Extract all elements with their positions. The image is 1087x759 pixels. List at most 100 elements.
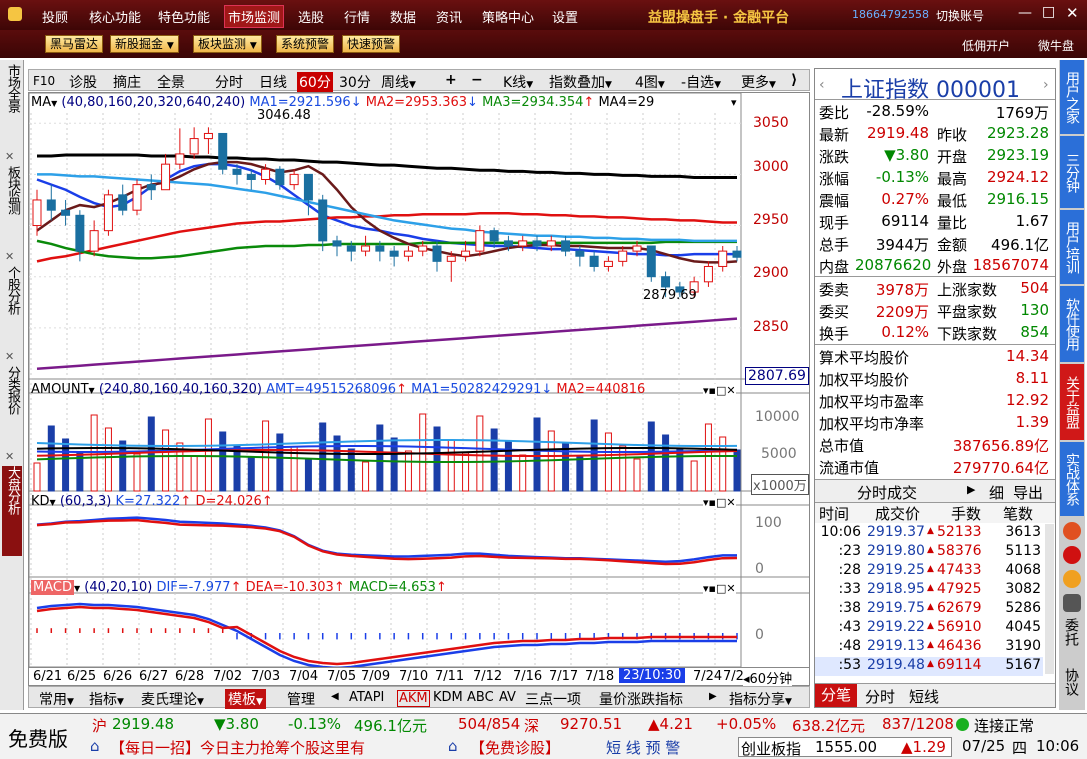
- trade-row[interactable]: :48 2919.13 ▲ 46436 3190: [815, 638, 1043, 657]
- menu-item-settings[interactable]: 设置: [552, 7, 578, 26]
- panel-controls-icon[interactable]: ▾▪□✕: [703, 582, 736, 595]
- trade-row[interactable]: 10:06 2919.37 ▲ 52133 3613: [815, 524, 1043, 543]
- more-button[interactable]: 更多▼: [741, 72, 776, 92]
- side-tab-user-home[interactable]: 用户之家: [1060, 60, 1084, 134]
- tab-mai-theory[interactable]: 麦氏理论▼: [141, 689, 204, 709]
- fire-icon[interactable]: [1063, 522, 1081, 540]
- agreement-button[interactable]: 协议: [1063, 668, 1081, 696]
- tab-kdm[interactable]: KDM: [433, 690, 463, 705]
- gem-box[interactable]: 创业板指 1555.00 ▲1.29: [738, 737, 952, 758]
- f10-button[interactable]: F10: [33, 74, 55, 88]
- low-commission-link[interactable]: 低佣开户: [962, 37, 1010, 54]
- kline-chart-area[interactable]: MA▼ (40,80,160,20,320,640,240) MA1=2921.…: [28, 92, 810, 687]
- tab-akm[interactable]: AKM: [397, 690, 430, 707]
- sh-index-value[interactable]: 2919.48: [112, 715, 174, 733]
- tab-atapi[interactable]: ATAPI: [349, 690, 384, 705]
- scroll-left-icon[interactable]: ◀: [331, 691, 339, 702]
- menu-item-core[interactable]: 核心功能: [89, 7, 141, 26]
- tab-ticks[interactable]: 分笔: [815, 684, 857, 707]
- menu-item-data[interactable]: 数据: [390, 7, 416, 26]
- entrust-button[interactable]: 委托: [1063, 618, 1081, 646]
- trade-row[interactable]: :33 2918.95 ▲ 47925 3082: [815, 581, 1043, 600]
- play-icon[interactable]: ▶: [967, 483, 975, 496]
- zoom-out-button[interactable]: −: [471, 72, 483, 88]
- left-tab-stock-analysis[interactable]: 个股分析: [2, 266, 22, 346]
- diagnose-button[interactable]: 诊股: [69, 72, 97, 92]
- news-ticker-2[interactable]: 【免费诊股】: [470, 737, 560, 758]
- side-tab-three-minutes[interactable]: 三分钟: [1060, 136, 1084, 208]
- tab-template[interactable]: 模板▼: [225, 689, 266, 709]
- side-tab-software-usage[interactable]: 软件使用: [1060, 286, 1084, 362]
- tab-indicator[interactable]: 指标▼: [89, 689, 124, 709]
- amount-indicator-label[interactable]: AMOUNT: [31, 382, 89, 397]
- robot-icon[interactable]: [1063, 594, 1081, 612]
- home-icon[interactable]: ⌂: [90, 737, 100, 755]
- trade-row[interactable]: :28 2919.25 ▲ 47433 4068: [815, 562, 1043, 581]
- tab-common[interactable]: 常用▼: [39, 689, 74, 709]
- menu-item-strategy[interactable]: 策略中心: [482, 7, 534, 26]
- side-tab-user-training[interactable]: 用户培训: [1060, 210, 1084, 284]
- timeshare-button[interactable]: 分时: [215, 72, 243, 92]
- panel-controls-icon[interactable]: ▾▪□✕: [703, 496, 736, 509]
- quick-alert-button[interactable]: 快速预警: [342, 35, 401, 53]
- zhai-zhuang-button[interactable]: 摘庄: [113, 72, 141, 92]
- menu-item-stock-pick[interactable]: 选股: [298, 7, 324, 26]
- short-alert-link[interactable]: 短 线 预 警: [606, 737, 680, 758]
- left-tab-category-quotes[interactable]: 分类报价: [2, 366, 22, 446]
- tab-manage[interactable]: 管理: [287, 689, 315, 709]
- trade-row[interactable]: :38 2919.75 ▲ 62679 5286: [815, 600, 1043, 619]
- close-icon[interactable]: ✕: [5, 150, 14, 163]
- 30min-button[interactable]: 30分: [339, 72, 371, 92]
- panel-settings-icon[interactable]: ▾: [731, 96, 737, 109]
- close-icon[interactable]: ✕: [5, 250, 14, 263]
- next-stock-icon[interactable]: ›: [1043, 77, 1049, 93]
- export-button[interactable]: 导出: [1013, 482, 1043, 503]
- switch-account-link[interactable]: 切换账号: [936, 7, 984, 24]
- sz-index-value[interactable]: 9270.51: [560, 715, 622, 733]
- qq-icon[interactable]: [1063, 570, 1081, 588]
- close-icon[interactable]: ✕: [5, 350, 14, 363]
- trade-row[interactable]: :53 2919.48 ▲ 69114 5167: [815, 657, 1043, 676]
- prev-stock-icon[interactable]: ‹: [819, 77, 825, 93]
- left-tab-sector-monitor[interactable]: 板块监测: [2, 166, 22, 246]
- tab-short-term[interactable]: 短线: [909, 686, 939, 707]
- ipo-mining-button[interactable]: 新股掘金 ▼: [110, 35, 179, 53]
- menu-item-quotes[interactable]: 行情: [344, 7, 370, 26]
- collapse-icon[interactable]: ⟩: [791, 72, 797, 88]
- 60min-button[interactable]: 60分: [297, 72, 333, 92]
- panel-controls-icon[interactable]: ▾▪□✕: [703, 384, 736, 397]
- tab-av[interactable]: AV: [499, 690, 516, 705]
- menu-item-news[interactable]: 资讯: [436, 7, 462, 26]
- left-tab-market-overview[interactable]: 市场全景: [2, 64, 22, 144]
- red-circle-icon[interactable]: [1063, 546, 1081, 564]
- left-tab-market-analysis[interactable]: 大盘分析: [2, 466, 22, 556]
- tab-indicator-share[interactable]: 指标分享▼: [729, 689, 792, 709]
- watchlist-button[interactable]: -自选▼: [681, 72, 721, 92]
- tab-time-trades[interactable]: 分时成交: [857, 482, 917, 503]
- macd-indicator-label[interactable]: MACD: [31, 580, 74, 595]
- tab-abc[interactable]: ABC: [467, 690, 494, 705]
- menu-item-market-monitor[interactable]: 市场监测: [224, 5, 285, 28]
- menu-item-tougu[interactable]: 投顾: [42, 7, 68, 26]
- four-chart-button[interactable]: 4图▼: [635, 72, 665, 92]
- tab-timeshare[interactable]: 分时: [865, 686, 895, 707]
- kline-button[interactable]: K线▼: [503, 72, 533, 92]
- system-alert-button[interactable]: 系统预警: [276, 35, 335, 53]
- weiniu-link[interactable]: 微牛盘: [1038, 37, 1074, 54]
- tab-volume-price[interactable]: 量价涨跌指标: [599, 689, 683, 709]
- zoom-in-button[interactable]: +: [445, 72, 457, 88]
- sector-monitor-button[interactable]: 板块监测 ▼: [193, 35, 262, 53]
- close-icon[interactable]: ✕: [5, 450, 14, 463]
- home-icon[interactable]: ⌂: [448, 737, 458, 755]
- close-icon[interactable]: ✕: [1066, 4, 1079, 22]
- tab-three-point[interactable]: 三点一项: [525, 689, 581, 709]
- minimize-icon[interactable]: —: [1018, 5, 1032, 21]
- trade-list-scrollbar[interactable]: [1045, 524, 1054, 674]
- scroll-right-icon[interactable]: ▶: [709, 691, 717, 702]
- news-ticker-1[interactable]: 【每日一招】今日主力抢筹个股这里有: [110, 737, 365, 758]
- trade-row[interactable]: :23 2919.80 ▲ 58376 5113: [815, 543, 1043, 562]
- kd-indicator-label[interactable]: KD: [31, 494, 50, 509]
- trade-row[interactable]: :43 2919.22 ▲ 56910 4045: [815, 619, 1043, 638]
- ma-indicator-label[interactable]: MA: [31, 95, 51, 110]
- panorama-button[interactable]: 全景: [157, 72, 185, 92]
